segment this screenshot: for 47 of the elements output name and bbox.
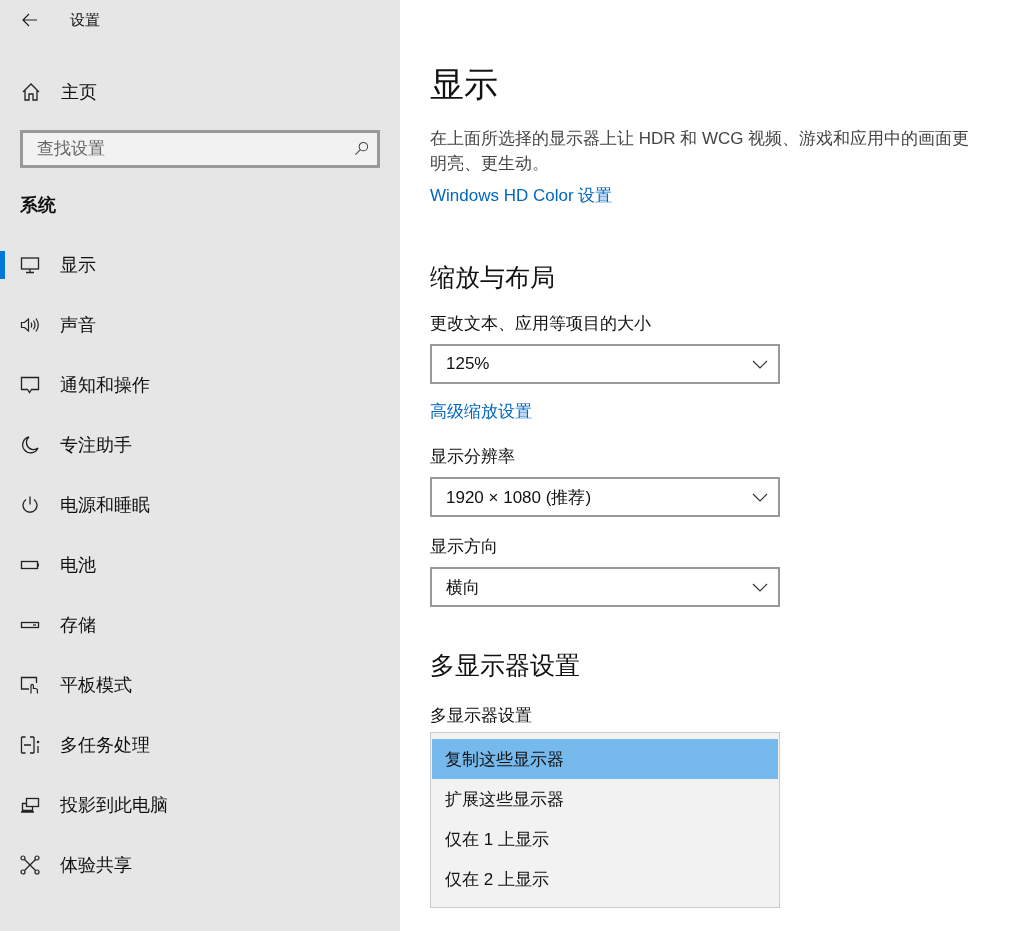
- sidebar-item[interactable]: 电池: [0, 535, 400, 595]
- field-label: 显示方向: [430, 536, 499, 558]
- dropdown-option[interactable]: 仅在 2 上显示: [432, 859, 778, 899]
- power-icon: [20, 495, 40, 515]
- search-field[interactable]: 查找设置: [20, 130, 380, 168]
- advanced-scaling-link[interactable]: 高级缩放设置: [430, 400, 532, 423]
- dropdown-option[interactable]: 扩展这些显示器: [432, 779, 778, 819]
- search-icon: [354, 141, 369, 156]
- resolution-dropdown[interactable]: 1920 × 1080 (推荐): [430, 477, 780, 517]
- multitask-icon: [20, 735, 40, 755]
- scale-dropdown[interactable]: 125%: [430, 344, 780, 384]
- orientation-dropdown[interactable]: 横向: [430, 567, 780, 607]
- sidebar-item[interactable]: 投影到此电脑: [0, 775, 400, 835]
- field-label: 显示分辨率: [430, 446, 516, 468]
- project-icon: [20, 795, 40, 815]
- description: 在上面所选择的显示器上让 HDR 和 WCG 视频、游戏和应用中的画面更明亮、更生动。: [430, 128, 971, 175]
- window-title: 设置: [70, 10, 100, 30]
- home-item[interactable]: 主页: [0, 72, 400, 112]
- dropdown-option[interactable]: 仅在 1 上显示: [432, 819, 778, 859]
- sidebar-item[interactable]: 声音: [0, 295, 400, 355]
- selection-indicator: [0, 251, 5, 279]
- chevron-icon: [752, 492, 768, 502]
- monitor-icon: [20, 255, 40, 275]
- section-heading: 缩放与布局: [430, 262, 556, 293]
- home-icon: [21, 82, 41, 102]
- message-icon: [20, 375, 40, 395]
- moon-icon: [20, 435, 40, 455]
- sidebar-item[interactable]: 电源和睡眠: [0, 475, 400, 535]
- speaker-icon: [20, 315, 40, 335]
- sidebar-item[interactable]: 通知和操作: [0, 355, 400, 415]
- section-heading: 系统: [19, 194, 57, 217]
- sidebar-item[interactable]: 平板模式: [0, 655, 400, 715]
- section-heading: 多显示器设置: [430, 650, 581, 681]
- hdr-link[interactable]: Windows HD Color 设置: [430, 184, 613, 207]
- tablet-icon: [20, 675, 40, 695]
- chevron-icon: [752, 582, 768, 592]
- sidebar-item[interactable]: 体验共享: [0, 835, 400, 895]
- sidebar-item[interactable]: 存储: [0, 595, 400, 655]
- sidebar-item[interactable]: 专注助手: [0, 415, 400, 475]
- back-icon[interactable]: [22, 13, 38, 27]
- dropdown-option[interactable]: 复制这些显示器: [432, 739, 778, 779]
- field-label: 更改文本、应用等项目的大小: [430, 313, 652, 335]
- sidebar-item[interactable]: 多任务处理: [0, 715, 400, 775]
- chevron-icon: [752, 359, 768, 369]
- share-icon: [20, 855, 40, 875]
- page-title: 显示: [430, 64, 499, 105]
- field-label: 多显示器设置: [430, 705, 533, 727]
